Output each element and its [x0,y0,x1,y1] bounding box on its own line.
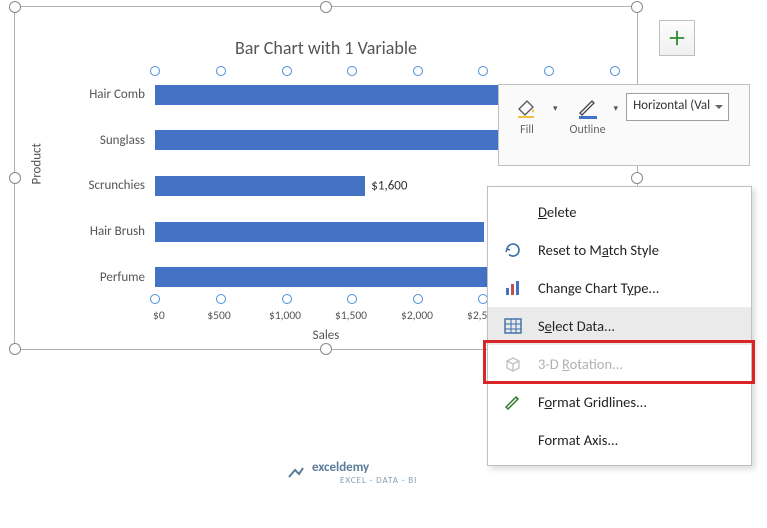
reset-icon [502,239,524,261]
plot-selection-handle[interactable] [413,66,423,76]
menu-item-delete[interactable]: Delete [488,193,751,231]
menu-item-label: Format Axis... [538,431,737,449]
plot-selection-handle[interactable] [216,294,226,304]
plot-selection-handle[interactable] [150,66,160,76]
plot-selection-handle[interactable] [282,294,292,304]
axis-selector-dropdown[interactable]: Horizontal (Val [626,93,729,121]
menu-item-label: 3-D Rotation... [538,355,737,373]
blank-icon [502,201,524,223]
menu-item-change_type[interactable]: Change Chart Type... [488,269,751,307]
bar[interactable]: $2,900 [155,85,536,105]
context-menu: Delete Reset to Match Style Change Chart T… [487,186,752,466]
plus-icon [668,29,686,47]
chevron-down-icon[interactable]: ▾ [553,103,558,114]
bar[interactable]: $1,600 [155,176,365,196]
chart-title[interactable]: Bar Chart with 1 Variable [15,37,637,59]
bar[interactable]: $2,500 [155,222,484,242]
pen-outline-icon [574,93,602,121]
plot-selection-handle[interactable] [282,66,292,76]
category-label: Scrunchies [65,178,155,193]
plot-selection-handle[interactable] [413,294,423,304]
fill-button[interactable]: Fill [505,93,549,137]
category-label: Perfume [65,270,155,285]
menu-item-reset[interactable]: Reset to Match Style [488,231,751,269]
category-label: Sunglass [65,133,155,148]
fill-label: Fill [520,123,534,137]
menu-item-select_data[interactable]: Select Data... [488,307,751,345]
menu-item-rotation: 3-D Rotation... [488,345,751,383]
outline-label: Outline [570,123,606,137]
menu-item-gridlines[interactable]: Format Gridlines... [488,383,751,421]
watermark-brand: exceldemy [312,460,417,475]
chevron-down-icon[interactable]: ▾ [614,103,619,114]
plot-selection-handle[interactable] [150,294,160,304]
resize-handle[interactable] [631,1,643,13]
pen-icon [502,391,524,413]
menu-item-label: Format Gridlines... [538,393,737,411]
outline-button[interactable]: Outline [566,93,610,137]
resize-handle[interactable] [320,343,332,355]
category-label: Hair Brush [65,224,155,239]
blank-icon [502,429,524,451]
mini-toolbar: Fill ▾ Outline ▾ Horizontal (Val [498,84,750,166]
watermark: exceldemy EXCEL · DATA · BI [286,460,417,486]
menu-item-label: Reset to Match Style [538,241,737,259]
resize-handle[interactable] [9,172,21,184]
resize-handle[interactable] [631,172,643,184]
watermark-tagline: EXCEL · DATA · BI [340,475,417,486]
chart-elements-button[interactable] [659,20,695,56]
plot-selection-handle[interactable] [347,294,357,304]
category-label: Hair Comb [65,87,155,102]
plot-selection-handle[interactable] [610,66,620,76]
resize-handle[interactable] [9,343,21,355]
menu-item-label: Delete [538,203,737,221]
table-icon [502,315,524,337]
y-axis-label[interactable]: Product [30,143,45,184]
menu-item-axis[interactable]: Format Axis... [488,421,751,459]
plot-selection-handle[interactable] [216,66,226,76]
paint-bucket-icon [513,93,541,121]
menu-item-label: Select Data... [538,317,737,335]
bar-value-label: $1,600 [365,178,407,193]
resize-handle[interactable] [9,1,21,13]
logo-icon [286,463,306,483]
dropdown-value: Horizontal (Val [633,98,710,113]
chart-icon [502,277,524,299]
resize-handle[interactable] [320,1,332,13]
menu-item-label: Change Chart Type... [538,279,737,297]
cube-icon [502,353,524,375]
